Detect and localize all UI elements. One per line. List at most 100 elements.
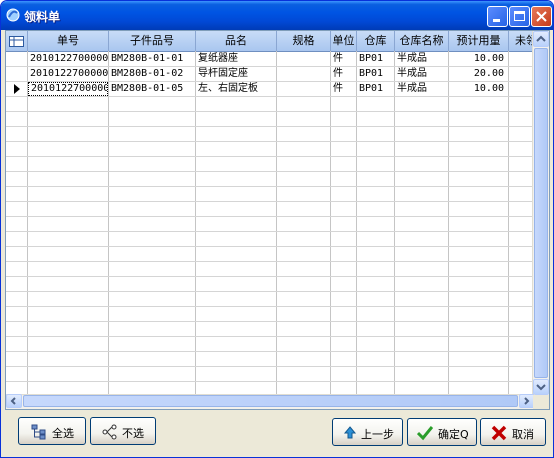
grid-line <box>6 246 539 247</box>
grid-line <box>6 231 539 232</box>
deselect-label: 不选 <box>122 427 144 440</box>
table-row[interactable]: 20101227000002 BM280B-01-01 复纸器座 件 BP01 … <box>6 52 549 66</box>
ok-button[interactable]: 确定Q <box>407 418 477 446</box>
table-row-current[interactable]: 20101227000002 BM280B-01-05 左、右固定板 件 BP0… <box>6 82 549 96</box>
grid-line <box>6 381 539 382</box>
current-row-indicator-icon <box>14 84 20 94</box>
scrollbar-corner <box>533 395 549 409</box>
tree-select-icon <box>31 424 46 440</box>
previous-step-button[interactable]: 上一步 <box>332 418 403 446</box>
col-header-doc-no[interactable]: 单号 <box>28 31 109 51</box>
grid-line <box>276 51 277 397</box>
cancel-x-icon <box>491 425 507 441</box>
grid-corner-button[interactable] <box>6 31 28 51</box>
cell-warehouse-name[interactable]: 半成品 <box>395 52 448 66</box>
col-header-part-no[interactable]: 子件品号 <box>109 31 196 51</box>
chevron-right-icon <box>524 397 530 405</box>
cell-warehouse[interactable]: BP01 <box>357 67 394 81</box>
grid-line <box>508 51 509 397</box>
cell-spec[interactable] <box>277 82 330 96</box>
grid-line <box>6 96 539 97</box>
cell-spec[interactable] <box>277 52 330 66</box>
cell-unit[interactable]: 件 <box>331 82 356 96</box>
scroll-up-button[interactable] <box>533 31 549 47</box>
grid-line <box>6 156 539 157</box>
grid-line <box>27 51 28 397</box>
cell-planned-qty[interactable]: 10.00 <box>449 52 508 66</box>
cell-warehouse[interactable]: BP01 <box>357 52 394 66</box>
horizontal-scrollbar[interactable] <box>6 394 535 409</box>
cancel-button[interactable]: 取消 <box>480 418 546 446</box>
minimize-button[interactable] <box>487 6 508 27</box>
cell-spec[interactable] <box>277 67 330 81</box>
col-header-unit[interactable]: 单位 <box>331 31 357 51</box>
cell-unit[interactable]: 件 <box>331 67 356 81</box>
cell-doc-no[interactable]: 20101227000002 <box>28 82 108 96</box>
scroll-down-button[interactable] <box>533 379 549 395</box>
tree-deselect-icon <box>102 424 117 440</box>
cell-part-no[interactable]: BM280B-01-01 <box>109 52 195 66</box>
cancel-label: 取消 <box>512 428 534 441</box>
minimize-icon <box>493 19 500 22</box>
grid-line <box>6 336 539 337</box>
cell-doc-no[interactable]: 20101227000002 <box>28 67 108 81</box>
deselect-button[interactable]: 不选 <box>90 417 156 445</box>
checkmark-icon <box>417 426 433 441</box>
cell-name[interactable]: 左、右固定板 <box>196 82 276 96</box>
cell-part-no[interactable]: BM280B-01-02 <box>109 67 195 81</box>
grid-line <box>6 111 539 112</box>
maximize-button[interactable] <box>509 6 530 27</box>
close-button[interactable] <box>531 6 552 27</box>
title-bar[interactable]: 领料单 <box>1 1 553 30</box>
grid-line <box>6 321 539 322</box>
grid-line <box>108 51 109 397</box>
data-grid[interactable]: 单号 子件品号 品名 规格 单位 仓库 仓库名称 预计用量 未领 2010122… <box>5 30 550 410</box>
table-icon <box>9 36 24 47</box>
scroll-left-button[interactable] <box>6 394 22 408</box>
cell-warehouse[interactable]: BP01 <box>357 82 394 96</box>
vertical-scrollbar[interactable] <box>532 31 549 395</box>
vertical-scroll-thumb[interactable] <box>534 48 548 378</box>
button-bar: 全选 不选 上一步 确定Q 取消 <box>1 412 553 457</box>
grid-line <box>6 366 539 367</box>
col-header-name[interactable]: 品名 <box>196 31 277 51</box>
col-header-warehouse[interactable]: 仓库 <box>357 31 395 51</box>
app-icon <box>6 8 20 22</box>
cell-name[interactable]: 导杆固定座 <box>196 67 276 81</box>
horizontal-scroll-thumb[interactable] <box>23 395 518 407</box>
grid-line <box>6 216 539 217</box>
cell-doc-no[interactable]: 20101227000002 <box>28 52 108 66</box>
cell-part-no[interactable]: BM280B-01-05 <box>109 82 195 96</box>
col-header-spec[interactable]: 规格 <box>277 31 331 51</box>
cell-unit[interactable]: 件 <box>331 52 356 66</box>
grid-line <box>6 141 539 142</box>
cell-name[interactable]: 复纸器座 <box>196 52 276 66</box>
grid-line <box>6 201 539 202</box>
cell-planned-qty[interactable]: 10.00 <box>449 82 508 96</box>
chevron-up-icon <box>536 35 546 42</box>
window: 领料单 单号 子件品号 品名 规格 单位 仓库 仓库名称 预计用量 未领 201… <box>0 0 554 458</box>
arrow-up-icon <box>343 426 357 439</box>
cell-warehouse-name[interactable]: 半成品 <box>395 67 448 81</box>
col-header-planned-qty[interactable]: 预计用量 <box>449 31 509 51</box>
chevron-down-icon <box>536 384 546 391</box>
grid-line <box>6 306 539 307</box>
grid-line <box>6 261 539 262</box>
grid-line <box>394 51 395 397</box>
grid-line <box>356 51 357 397</box>
select-all-label: 全选 <box>52 427 74 440</box>
cell-planned-qty[interactable]: 20.00 <box>449 67 508 81</box>
ok-label: 确定Q <box>438 428 469 441</box>
grid-header: 单号 子件品号 品名 规格 单位 仓库 仓库名称 预计用量 未领 <box>6 31 549 52</box>
cell-warehouse-name[interactable]: 半成品 <box>395 82 448 96</box>
grid-line <box>448 51 449 397</box>
window-title: 领料单 <box>24 10 61 24</box>
grid-line <box>6 291 539 292</box>
close-icon <box>536 11 547 22</box>
table-row[interactable]: 20101227000002 BM280B-01-02 导杆固定座 件 BP01… <box>6 67 549 81</box>
select-all-button[interactable]: 全选 <box>18 417 86 445</box>
col-header-warehouse-name[interactable]: 仓库名称 <box>395 31 449 51</box>
grid-line <box>6 351 539 352</box>
grid-line <box>6 126 539 127</box>
grid-line <box>195 51 196 397</box>
